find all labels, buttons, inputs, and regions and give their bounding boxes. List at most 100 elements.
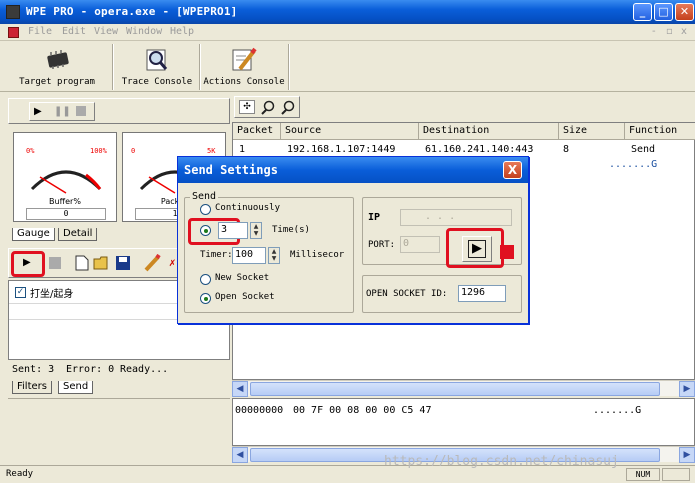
- zoom-in-icon[interactable]: [260, 100, 276, 116]
- packet-function: Send: [631, 144, 656, 155]
- status-text: Ready: [6, 469, 34, 479]
- open-socket-id-input[interactable]: 1296: [458, 285, 506, 302]
- continuously-radio[interactable]: [200, 204, 211, 215]
- app-icon: [6, 5, 20, 19]
- timer-spinner[interactable]: ▲ ▼: [268, 247, 280, 264]
- packet-gauge-min: 0: [131, 147, 136, 155]
- start-capture-button[interactable]: ▶: [34, 106, 42, 117]
- zoom-out-icon[interactable]: [280, 100, 296, 116]
- scroll-thumb[interactable]: [250, 382, 660, 396]
- capture-controls: ▶ ❚❚: [8, 98, 230, 124]
- packet-size: 8: [563, 144, 570, 155]
- close-button[interactable]: ✕: [675, 3, 694, 21]
- send-packet-button[interactable]: ▶: [462, 236, 492, 262]
- send-play-button[interactable]: ▶: [23, 257, 31, 268]
- menu-file[interactable]: File: [28, 26, 52, 37]
- buffer-gauge-label: Buffer%: [49, 197, 81, 206]
- mdi-close-button[interactable]: x: [681, 26, 687, 37]
- edit-pencil-icon[interactable]: [143, 254, 161, 272]
- dialog-title-bar[interactable]: Send Settings X: [178, 157, 528, 183]
- buffer-gauge-max: 100%: [90, 147, 107, 155]
- times-spinner[interactable]: ▲ ▼: [250, 222, 262, 239]
- scroll-left-arrow[interactable]: ◀: [232, 447, 248, 463]
- column-header-destination[interactable]: Destination: [419, 123, 559, 140]
- column-header-packet[interactable]: Packet: [233, 123, 281, 140]
- send-group-label: Send: [190, 191, 219, 202]
- left-lower-pane: [8, 398, 230, 462]
- minimize-button[interactable]: _: [633, 3, 652, 21]
- packet-view-toolbar: ✣: [234, 96, 300, 118]
- scroll-right-arrow[interactable]: ▶: [679, 381, 695, 397]
- open-socket-radio[interactable]: [200, 293, 211, 304]
- tab-send[interactable]: Send: [58, 381, 94, 394]
- hex-view: 00000000 00 7F 00 08 00 00 C5 47 .......…: [232, 398, 695, 446]
- menu-help[interactable]: Help: [170, 26, 194, 37]
- column-header-source[interactable]: Source: [281, 123, 419, 140]
- times-input[interactable]: 3: [218, 222, 248, 239]
- hex-bytes[interactable]: 00 7F 00 08 00 00 C5 47: [293, 405, 431, 416]
- delete-icon[interactable]: ✗: [169, 256, 176, 269]
- document-icon[interactable]: [8, 27, 19, 38]
- scroll-left-arrow[interactable]: ◀: [232, 381, 248, 397]
- main-toolbar: Target program Trace Console Actions Con…: [0, 42, 695, 92]
- menu-bar: File Edit View Window Help - ▫ x: [0, 24, 695, 41]
- watermark: https://blog.csdn.net/chinasuj: [384, 454, 619, 469]
- window-title-bar[interactable]: WPE PRO - opera.exe - [WPEPRO1] _ □ ✕: [0, 0, 695, 24]
- menu-view[interactable]: View: [94, 26, 118, 37]
- times-radio[interactable]: [200, 225, 211, 236]
- stop-send-button[interactable]: [49, 257, 61, 269]
- timer-input[interactable]: 100: [232, 247, 266, 264]
- maximize-button[interactable]: □: [654, 3, 673, 21]
- port-input[interactable]: 0: [400, 236, 440, 253]
- packet-gauge-max: 5K: [207, 147, 216, 155]
- new-file-icon[interactable]: [75, 255, 89, 271]
- stop-capture-button[interactable]: [76, 106, 86, 116]
- column-header-size[interactable]: Size: [559, 123, 625, 140]
- target-program-button[interactable]: Target program: [4, 44, 110, 90]
- scroll-right-arrow[interactable]: ▶: [679, 447, 695, 463]
- chip-icon: [47, 50, 69, 69]
- packet-source: 192.168.1.107:1449: [287, 144, 396, 155]
- send-status: Ready...: [120, 364, 169, 375]
- num-lock-indicator: NUM: [626, 468, 660, 481]
- window-title: WPE PRO - opera.exe - [WPEPRO1]: [26, 5, 238, 18]
- save-icon[interactable]: [115, 255, 131, 271]
- column-header-function[interactable]: Function: [625, 123, 695, 140]
- crosshair-icon[interactable]: ✣: [239, 100, 255, 114]
- target-program-label: Target program: [19, 77, 95, 87]
- ip-label: IP: [368, 212, 381, 223]
- dialog-close-button[interactable]: X: [503, 161, 522, 179]
- trace-console-label: Trace Console: [121, 77, 193, 87]
- buffer-gauge-min: 0%: [26, 147, 35, 155]
- mdi-restore-button[interactable]: ▫: [666, 26, 673, 37]
- highlight-marker: [500, 245, 514, 259]
- tab-filters[interactable]: Filters: [12, 381, 52, 394]
- mdi-minimize-button[interactable]: -: [652, 26, 656, 37]
- port-label: PORT:: [368, 240, 396, 250]
- actions-console-label: Actions Console: [203, 77, 285, 87]
- open-socket-id-label: OPEN SOCKET ID:: [366, 289, 448, 299]
- continuously-label: Continuously: [215, 203, 281, 213]
- new-socket-label: New Socket: [215, 273, 270, 283]
- packet-list-hscrollbar[interactable]: ◀ ▶: [232, 380, 695, 397]
- tab-gauge[interactable]: Gauge: [12, 228, 55, 241]
- filter-checkbox[interactable]: ✓: [15, 287, 26, 298]
- pause-capture-button[interactable]: ❚❚: [54, 106, 71, 117]
- new-socket-radio[interactable]: [200, 274, 211, 285]
- filter-item-label[interactable]: 打坐/起身: [30, 285, 73, 300]
- dialog-title: Send Settings: [184, 163, 278, 177]
- error-count: Error: 0: [66, 364, 115, 375]
- hex-ascii[interactable]: .......G: [593, 405, 641, 416]
- toolbar-separator: [199, 44, 201, 90]
- play-icon: ▶: [468, 240, 486, 258]
- trace-console-button[interactable]: Trace Console: [116, 44, 198, 90]
- menu-edit[interactable]: Edit: [62, 26, 86, 37]
- magnifier-document-icon: [146, 49, 168, 71]
- times-unit-label: Time(s): [272, 225, 310, 235]
- tab-detail[interactable]: Detail: [58, 228, 98, 241]
- menu-window[interactable]: Window: [126, 26, 162, 37]
- open-folder-icon[interactable]: [93, 255, 111, 271]
- ip-address-input[interactable]: . . .: [400, 209, 512, 226]
- actions-console-button[interactable]: Actions Console: [202, 44, 286, 90]
- timer-label: Timer:: [200, 250, 233, 260]
